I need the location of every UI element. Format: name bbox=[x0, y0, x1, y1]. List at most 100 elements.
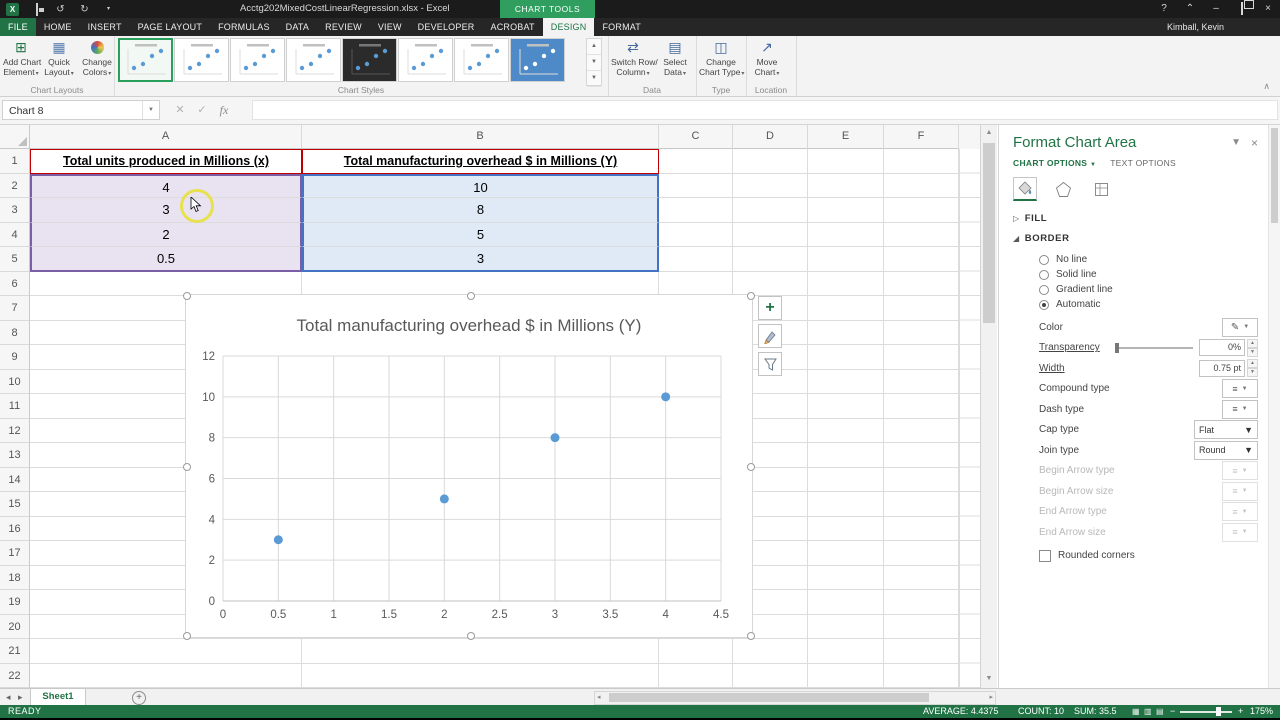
cell-D21[interactable] bbox=[733, 639, 808, 664]
row-header-8[interactable]: 8 bbox=[0, 320, 30, 345]
signed-in-user[interactable]: Kimball, Kevin bbox=[1167, 18, 1224, 36]
row-header-13[interactable]: 13 bbox=[0, 443, 30, 468]
cell-E2[interactable] bbox=[808, 173, 884, 198]
radio-solid-line[interactable]: Solid line bbox=[1039, 267, 1258, 282]
tab-text-options[interactable]: TEXT OPTIONS bbox=[1110, 158, 1176, 168]
cell-B21[interactable] bbox=[302, 639, 659, 664]
cell-E21[interactable] bbox=[808, 639, 884, 664]
cell-F6[interactable] bbox=[884, 271, 959, 296]
cell-E13[interactable] bbox=[808, 443, 884, 468]
cell-E22[interactable] bbox=[808, 663, 884, 688]
transparency-value-input[interactable]: 0% bbox=[1199, 339, 1245, 357]
cell-E5[interactable] bbox=[808, 247, 884, 272]
ribbon-tab-file[interactable]: FILE bbox=[0, 18, 36, 36]
chart-selection-handle[interactable] bbox=[747, 632, 755, 640]
radio-circle-icon[interactable] bbox=[1039, 284, 1049, 295]
cell-F9[interactable] bbox=[884, 345, 959, 370]
pane-options-icon[interactable]: ▼ bbox=[1231, 137, 1241, 148]
cell-B3[interactable]: 8 bbox=[302, 198, 659, 223]
sheet-nav-left-icon[interactable]: ◂ bbox=[6, 689, 11, 705]
cell-F4[interactable] bbox=[884, 222, 959, 247]
cell-F10[interactable] bbox=[884, 369, 959, 394]
scroll-down-icon[interactable]: ▼ bbox=[981, 670, 997, 687]
cell-F20[interactable] bbox=[884, 614, 959, 639]
dash-type-dropdown[interactable]: ≡ ▼ bbox=[1222, 399, 1258, 419]
cell-E11[interactable] bbox=[808, 394, 884, 419]
cell-B5[interactable]: 3 bbox=[302, 247, 659, 272]
cell-F18[interactable] bbox=[884, 565, 959, 590]
cell-C21[interactable] bbox=[659, 639, 733, 664]
cell-E15[interactable] bbox=[808, 492, 884, 517]
cell-C6[interactable] bbox=[659, 271, 733, 296]
cell-B4[interactable]: 5 bbox=[302, 222, 659, 247]
page-break-view-icon[interactable]: ▤ bbox=[1156, 707, 1165, 716]
tab-chart-options[interactable]: CHART OPTIONS ▼ bbox=[1013, 158, 1096, 168]
cell-A6[interactable] bbox=[30, 271, 302, 296]
cell-F8[interactable] bbox=[884, 320, 959, 345]
row-header-7[interactable]: 7 bbox=[0, 296, 30, 321]
chart-filters-button[interactable] bbox=[758, 352, 782, 376]
spinner-arrows[interactable]: ▲ ▼ bbox=[1247, 359, 1258, 378]
chart-style-4[interactable] bbox=[286, 38, 341, 82]
row-header-19[interactable]: 19 bbox=[0, 590, 30, 615]
cell-E8[interactable] bbox=[808, 320, 884, 345]
button-move-chart[interactable]: MoveChart▾ bbox=[748, 38, 786, 79]
end-arrow-size-dropdown[interactable]: ≡ ▼ bbox=[1222, 522, 1258, 542]
cell-D6[interactable] bbox=[733, 271, 808, 296]
cell-A5[interactable]: 0.5 bbox=[30, 247, 302, 272]
help-button[interactable]: ? bbox=[1158, 0, 1170, 18]
chart-style-1[interactable] bbox=[118, 38, 173, 82]
row-header-9[interactable]: 9 bbox=[0, 345, 30, 370]
zoom-level[interactable]: 175% bbox=[1250, 705, 1273, 718]
chart-selection-handle[interactable] bbox=[747, 292, 755, 300]
color-picker-button[interactable]: ✎ ▼ bbox=[1222, 317, 1258, 337]
select-all-corner[interactable] bbox=[0, 124, 30, 149]
chart-selection-handle[interactable] bbox=[183, 632, 191, 640]
vertical-scrollbar[interactable]: ▲ ▼ bbox=[980, 124, 997, 688]
row-header-10[interactable]: 10 bbox=[0, 369, 30, 394]
row-header-3[interactable]: 3 bbox=[0, 198, 30, 223]
cell-E9[interactable] bbox=[808, 345, 884, 370]
gallery-down-icon[interactable]: ▼ bbox=[587, 55, 601, 71]
zoom-slider[interactable] bbox=[1180, 707, 1232, 716]
row-header-2[interactable]: 2 bbox=[0, 173, 30, 198]
cell-F17[interactable] bbox=[884, 541, 959, 566]
cell-F11[interactable] bbox=[884, 394, 959, 419]
horizontal-scroll-thumb[interactable] bbox=[609, 693, 929, 702]
scatter-chart[interactable]: 0 2 4 6 8 10 12 0 0.5 1 1.5 2 2.5 3 3.5 4 4.5 Total manuf… bbox=[183, 292, 755, 640]
cell-C4[interactable] bbox=[659, 222, 733, 247]
ribbon-display-options-button[interactable]: ⌃ bbox=[1184, 0, 1196, 18]
chart-styles-button[interactable] bbox=[758, 324, 782, 348]
cell-E6[interactable] bbox=[808, 271, 884, 296]
size-properties-icon[interactable] bbox=[1089, 177, 1113, 201]
button-change-colors[interactable]: Change Colors▾ bbox=[78, 38, 116, 79]
radio-circle-icon[interactable] bbox=[1039, 254, 1049, 265]
cell-E7[interactable] bbox=[808, 296, 884, 321]
cell-F19[interactable] bbox=[884, 590, 959, 615]
minimize-button[interactable]: – bbox=[1210, 0, 1222, 18]
button-switch-row-column[interactable]: Switch Row/Column▾ bbox=[610, 38, 658, 79]
row-header-5[interactable]: 5 bbox=[0, 247, 30, 272]
fill-line-icon[interactable] bbox=[1013, 177, 1037, 201]
ribbon-tab-review[interactable]: REVIEW bbox=[317, 18, 370, 36]
cell-E18[interactable] bbox=[808, 565, 884, 590]
close-button[interactable]: × bbox=[1262, 0, 1274, 18]
zoom-slider-thumb[interactable] bbox=[1216, 707, 1221, 716]
cell-C5[interactable] bbox=[659, 247, 733, 272]
row-header-6[interactable]: 6 bbox=[0, 271, 30, 296]
chart-style-8[interactable] bbox=[510, 38, 565, 82]
cancel-icon[interactable]: ✕ bbox=[170, 100, 190, 120]
radio-automatic[interactable]: Automatic bbox=[1039, 297, 1258, 312]
cell-F2[interactable] bbox=[884, 173, 959, 198]
cell-C1[interactable] bbox=[659, 149, 733, 174]
cell-F16[interactable] bbox=[884, 516, 959, 541]
compound-type-dropdown[interactable]: ≡ ▼ bbox=[1222, 379, 1258, 399]
join-type-select[interactable]: Round ▼ bbox=[1194, 440, 1258, 460]
cell-F13[interactable] bbox=[884, 443, 959, 468]
end-arrow-type-dropdown[interactable]: ≡ ▼ bbox=[1222, 502, 1258, 522]
hscroll-right-icon[interactable]: ▸ bbox=[989, 692, 993, 703]
ribbon-tab-data[interactable]: DATA bbox=[278, 18, 317, 36]
row-header-21[interactable]: 21 bbox=[0, 639, 30, 664]
transparency-slider[interactable] bbox=[1115, 342, 1193, 353]
column-header-A[interactable]: A bbox=[30, 124, 302, 149]
